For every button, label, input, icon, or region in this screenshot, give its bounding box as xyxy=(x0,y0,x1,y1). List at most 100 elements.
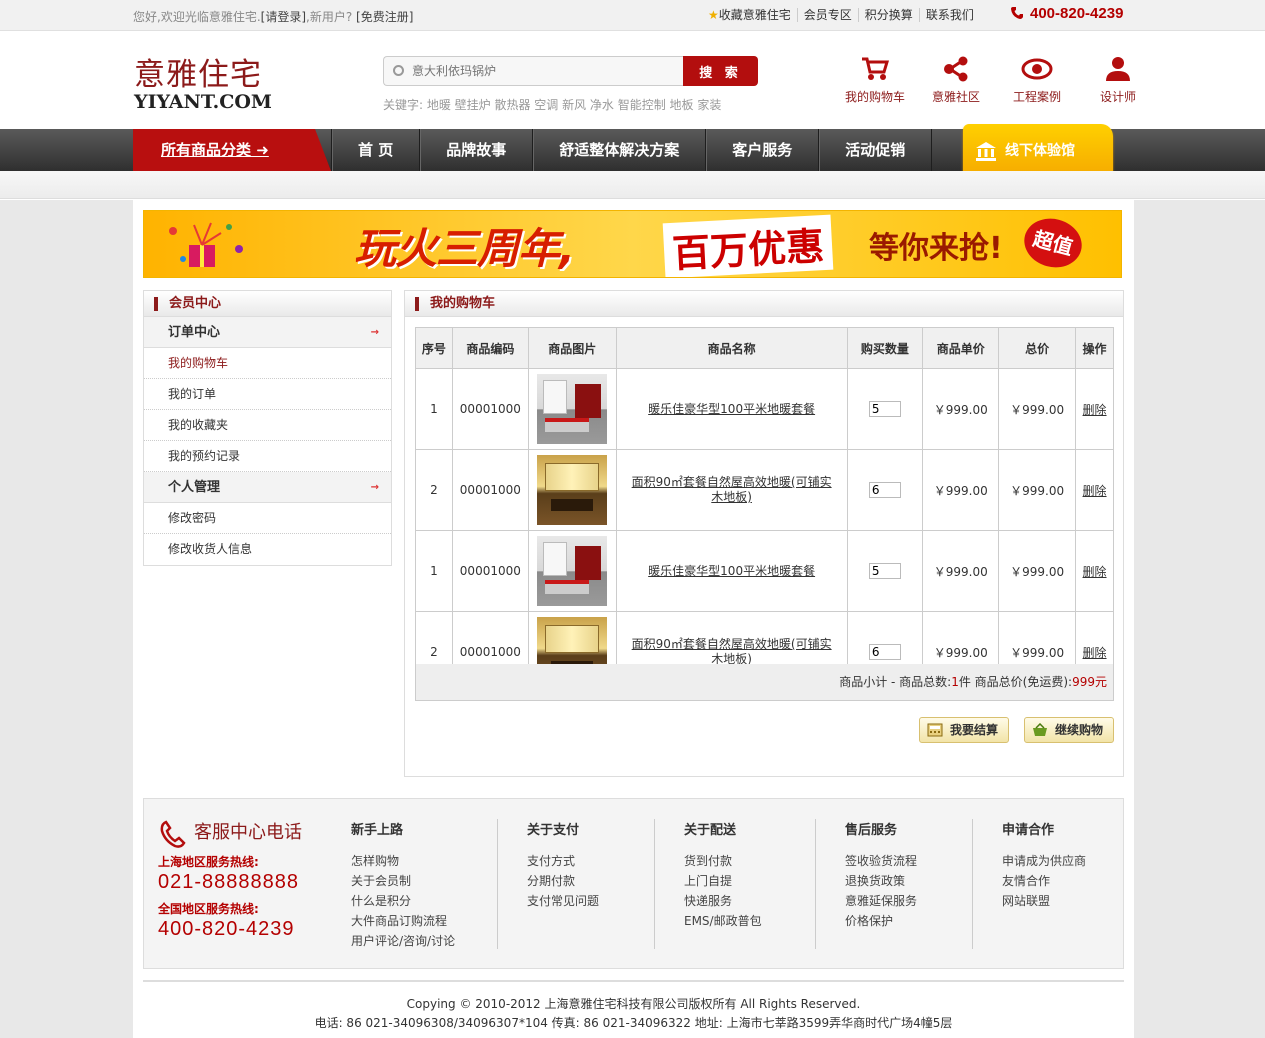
service-hotline: 客服中心电话 上海地区服务热线: 021-88888888 全国地区服务热线: … xyxy=(158,819,338,941)
footer-link[interactable]: 分期付款 xyxy=(527,871,654,891)
logo-chinese[interactable]: 意雅住宅 xyxy=(134,49,262,94)
col-header: 商品单价 xyxy=(922,327,1000,369)
member-link[interactable]: 会员专区 xyxy=(796,8,858,22)
col-header: 商品图片 xyxy=(527,327,617,369)
national-hotline-number: 400-820-4239 xyxy=(158,918,295,940)
arrow-right-icon: → xyxy=(370,482,379,493)
cart-title: 我的购物车 xyxy=(405,291,1123,317)
cases-link[interactable]: 工程案例 xyxy=(998,56,1076,105)
footer-link[interactable]: 支付常见问题 xyxy=(527,891,654,911)
footer-link[interactable]: EMS/邮政普包 xyxy=(684,911,815,931)
sidebar-item-change-password[interactable]: 修改密码 xyxy=(144,503,391,534)
quantity-input[interactable] xyxy=(868,563,901,579)
sidebar-head-personal[interactable]: 个人管理 → xyxy=(144,472,391,503)
search-button[interactable]: 搜 索 xyxy=(683,56,758,86)
eye-icon xyxy=(1021,58,1053,80)
product-image[interactable] xyxy=(537,536,608,606)
product-code: 00001000 xyxy=(451,449,529,531)
col-header: 购买数量 xyxy=(846,327,924,369)
sidebar-title: 会员中心 xyxy=(144,291,391,317)
footer-link[interactable]: 快递服务 xyxy=(684,891,815,911)
sidebar-head-orders[interactable]: 订单中心 → xyxy=(144,317,391,348)
header: 意雅住宅 YIYANT.COM 搜 索 关键字: 地暖 壁挂炉 散热器 空调 新… xyxy=(0,31,1265,129)
footer-link[interactable]: 意雅延保服务 xyxy=(845,891,972,911)
footer-link[interactable]: 友情合作 xyxy=(1002,871,1117,891)
product-image-cell[interactable] xyxy=(527,368,617,450)
nav-brand-story[interactable]: 品牌故事 xyxy=(419,129,532,171)
footer-link[interactable]: 上门自提 xyxy=(684,871,815,891)
total-price: ￥999.00 xyxy=(998,530,1077,612)
footer-link[interactable]: 支付方式 xyxy=(527,851,654,871)
product-image-cell[interactable] xyxy=(527,449,617,531)
star-icon: ★ xyxy=(708,8,719,22)
checkout-button[interactable]: 我要结算 xyxy=(919,717,1009,743)
product-name-link[interactable]: 暖乐佳豪华型100平米地暖套餐 xyxy=(632,564,832,579)
sidebar-item-favorites[interactable]: 我的收藏夹 xyxy=(144,410,391,441)
nav-customer-service[interactable]: 客户服务 xyxy=(705,129,818,171)
footer-link[interactable]: 申请成为供应商 xyxy=(1002,851,1117,871)
sidebar-item-reservations[interactable]: 我的预约记录 xyxy=(144,441,391,472)
my-cart-link[interactable]: 我的购物车 xyxy=(836,56,914,105)
table-row: 1 00001000 暖乐佳豪华型100平米地暖套餐 ￥999.00 ￥999.… xyxy=(415,368,1114,450)
designer-link[interactable]: 设计师 xyxy=(1079,56,1157,105)
footer-col-beginner: 新手上路 怎样购物 关于会员制 什么是积分 大件商品订购流程 用户评论/咨询/讨… xyxy=(351,819,496,949)
footer-link[interactable]: 用户评论/咨询/讨论 xyxy=(351,931,496,951)
banner-badge: 超值 xyxy=(1018,212,1088,274)
table-header-row: 序号 商品编码 商品图片 商品名称 购买数量 商品单价 总价 操作 xyxy=(415,327,1114,369)
table-row: 2 00001000 面积90㎡套餐自然屋高效地暖(可铺实木地板) ￥999.0… xyxy=(415,449,1114,531)
shanghai-hotline-label: 上海地区服务热线: xyxy=(158,855,259,869)
contact-info: 电话: 86 021-34096308/34096307*104 传真: 86 … xyxy=(314,1016,953,1030)
quantity-input[interactable] xyxy=(868,644,901,660)
nav-promotions[interactable]: 活动促销 xyxy=(818,129,933,171)
table-row: 1 00001000 暖乐佳豪华型100平米地暖套餐 ￥999.00 ￥999.… xyxy=(415,530,1114,612)
product-image-cell[interactable] xyxy=(527,530,617,612)
unit-price: ￥999.00 xyxy=(922,449,1000,531)
cart-subtotal: 商品小计 - 商品总数:1件 商品总价(免运费):999元 xyxy=(415,664,1114,701)
footer-col-delivery: 关于配送 货到付款 上门自提 快递服务 EMS/邮政普包 xyxy=(654,819,815,949)
delete-link[interactable]: 删除 xyxy=(1083,403,1107,417)
product-image[interactable] xyxy=(537,455,608,525)
promo-banner[interactable]: 玩火三周年, 百万优惠 等你来抢! 超值 xyxy=(143,210,1122,278)
gift-icon xyxy=(169,222,243,267)
points-link[interactable]: 积分换算 xyxy=(857,8,919,22)
phone-icon xyxy=(160,820,186,848)
community-link[interactable]: 意雅社区 xyxy=(917,56,995,105)
continue-shopping-button[interactable]: 继续购物 xyxy=(1024,717,1114,743)
quantity-input[interactable] xyxy=(868,401,901,417)
search-input[interactable] xyxy=(383,56,685,86)
footer-link[interactable]: 关于会员制 xyxy=(351,871,496,891)
footer-link[interactable]: 退换货政策 xyxy=(845,871,972,891)
footer-link[interactable]: 货到付款 xyxy=(684,851,815,871)
sidebar-item-my-orders[interactable]: 我的订单 xyxy=(144,379,391,410)
sidebar-item-consignee-info[interactable]: 修改收货人信息 xyxy=(144,534,391,565)
login-link[interactable]: [请登录] xyxy=(261,10,306,24)
footer-link[interactable]: 怎样购物 xyxy=(351,851,496,871)
search-box: 搜 索 xyxy=(383,56,758,86)
product-name-link[interactable]: 面积90㎡套餐自然屋高效地暖(可铺实木地板) xyxy=(632,637,832,667)
footer-link[interactable]: 签收验货流程 xyxy=(845,851,972,871)
logo-english[interactable]: YIYANT.COM xyxy=(134,91,272,113)
all-categories-button[interactable]: 所有商品分类 ➜ xyxy=(133,129,331,171)
footer-link[interactable]: 价格保护 xyxy=(845,911,972,931)
register-link[interactable]: [免费注册] xyxy=(356,10,413,24)
welcome-text: 您好,欢迎光临意雅住宅.[请登录],新用户? [免费注册] xyxy=(133,10,414,24)
top-bar: 您好,欢迎光临意雅住宅.[请登录],新用户? [免费注册] ★收藏意雅住宅 会员… xyxy=(0,0,1265,31)
footer-link[interactable]: 网站联盟 xyxy=(1002,891,1117,911)
nav-solutions[interactable]: 舒适整体解决方案 xyxy=(532,129,705,171)
product-name-link[interactable]: 面积90㎡套餐自然屋高效地暖(可铺实木地板) xyxy=(632,475,832,505)
favorite-link[interactable]: ★收藏意雅住宅 xyxy=(702,8,797,22)
delete-link[interactable]: 删除 xyxy=(1083,565,1107,579)
contact-link[interactable]: 联系我们 xyxy=(918,8,980,22)
sub-bar xyxy=(0,171,1265,199)
footer-link[interactable]: 什么是积分 xyxy=(351,891,496,911)
delete-link[interactable]: 删除 xyxy=(1083,646,1107,660)
sidebar-item-my-cart[interactable]: 我的购物车 xyxy=(144,348,391,379)
footer-link[interactable]: 大件商品订购流程 xyxy=(351,911,496,931)
nav-home[interactable]: 首 页 xyxy=(331,129,419,171)
quantity-input[interactable] xyxy=(868,482,901,498)
col-header: 商品名称 xyxy=(615,327,848,369)
product-name-link[interactable]: 暖乐佳豪华型100平米地暖套餐 xyxy=(632,402,832,417)
search-keywords[interactable]: 关键字: 地暖 壁挂炉 散热器 空调 新风 净水 智能控制 地板 家装 xyxy=(383,96,721,113)
delete-link[interactable]: 删除 xyxy=(1083,484,1107,498)
product-image[interactable] xyxy=(537,374,608,444)
